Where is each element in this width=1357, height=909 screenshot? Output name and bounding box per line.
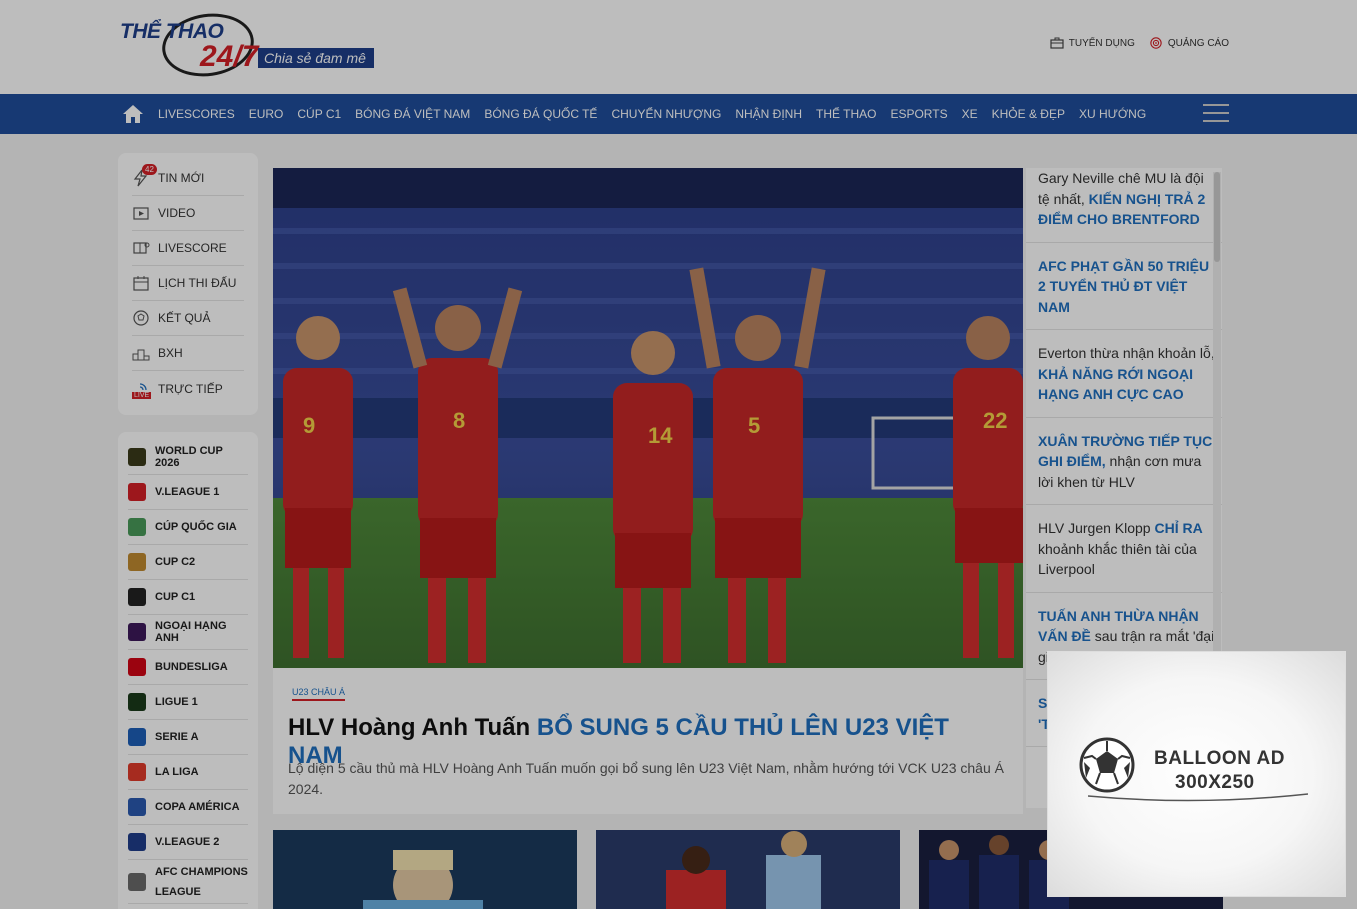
- balloon-ad[interactable]: BALLOON AD 300X250: [1047, 651, 1346, 897]
- ad-swoosh-decoration: [1088, 793, 1308, 802]
- soccer-ball-icon: [1079, 737, 1135, 793]
- ad-title: BALLOON AD: [1154, 748, 1285, 769]
- ad-size: 300X250: [1175, 772, 1255, 793]
